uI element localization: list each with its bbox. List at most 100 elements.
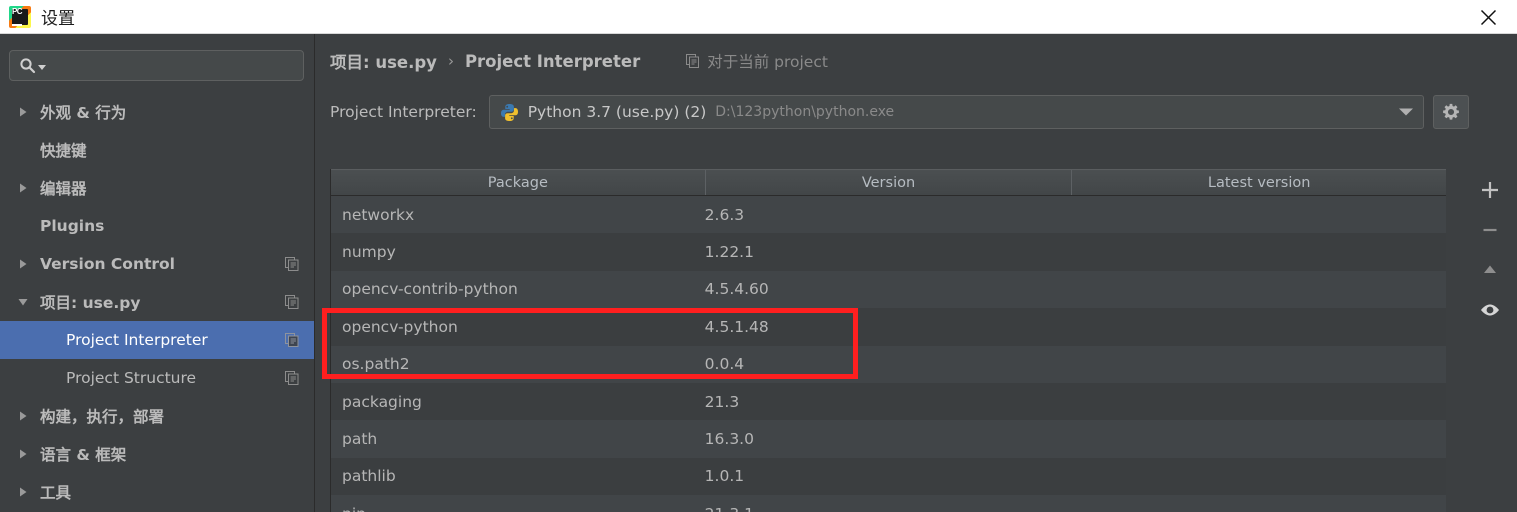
eye-icon <box>1480 304 1499 316</box>
chevron-down-icon[interactable] <box>1398 108 1413 116</box>
sidebar-item-label: 构建，执行，部署 <box>40 408 165 426</box>
interpreter-path: D:\123python\python.exe <box>715 104 895 120</box>
sidebar-item-4[interactable]: Version Control <box>0 245 314 283</box>
table-row[interactable]: pathlib 1.0.1 <box>331 457 1446 496</box>
search-box[interactable] <box>9 50 304 81</box>
breadcrumb: 项目: use.py › Project Interpreter 对于当前 pr… <box>330 48 828 74</box>
search-input[interactable] <box>52 58 292 73</box>
cell-version: 4.5.4.60 <box>704 280 769 299</box>
chevron-right-icon[interactable] <box>16 409 30 423</box>
table-row[interactable]: packaging 21.3 <box>331 382 1446 421</box>
packages-toolbar <box>1462 170 1517 390</box>
table-row[interactable]: pip21.3.1 <box>331 495 1446 512</box>
cell-package: os.path2 <box>342 355 410 374</box>
search-icon <box>19 57 36 74</box>
sidebar-item-label: 工具 <box>40 484 72 502</box>
settings-tree: 外观 & 行为 快捷键编辑器 Plugins Version Control 项目: … <box>0 93 314 511</box>
breadcrumb-parent[interactable]: 项目: use.py <box>330 49 437 73</box>
sidebar-item-label: 语言 & 框架 <box>40 446 127 464</box>
cell-version: 2.6.3 <box>704 205 745 224</box>
cell-package: opencv-contrib-python <box>342 280 518 299</box>
cell-package: networkx <box>342 205 415 224</box>
chevron-right-icon[interactable] <box>16 181 30 195</box>
chevron-right-icon[interactable] <box>16 105 30 119</box>
sidebar-item-label: Version Control <box>40 255 175 273</box>
sidebar-item-5[interactable]: 项目: use.py <box>0 283 314 321</box>
settings-main-panel: 项目: use.py › Project Interpreter 对于当前 pr… <box>316 34 1517 512</box>
window-titlebar: PC 设置 <box>0 0 1517 34</box>
cell-package: path <box>342 430 378 449</box>
table-row[interactable]: networkx 2.6.3 <box>331 196 1446 234</box>
chevron-right-icon[interactable] <box>16 485 30 499</box>
sidebar-item-0[interactable]: 外观 & 行为 <box>0 93 314 131</box>
copy-icon <box>686 54 700 68</box>
interpreter-name: Python 3.7 (use.py) (2) <box>527 103 707 121</box>
column-header-package[interactable]: Package <box>331 170 705 195</box>
table-row[interactable]: numpy 1.22.1 <box>331 233 1446 271</box>
settings-sidebar: 外观 & 行为 快捷键编辑器 Plugins Version Control 项目: … <box>0 34 315 512</box>
sidebar-item-label: Project Interpreter <box>66 331 208 349</box>
arrow-up-icon <box>1483 265 1496 273</box>
show-early-releases-button[interactable] <box>1471 290 1509 330</box>
uninstall-package-button[interactable] <box>1471 210 1509 250</box>
sidebar-item-label: 外观 & 行为 <box>40 104 127 122</box>
interpreter-row: Project Interpreter: Python 3.7 (use.py)… <box>330 94 1510 130</box>
upgrade-package-button[interactable] <box>1471 250 1509 290</box>
packages-table-body: networkx 2.6.3 numpy 1.22.1 opencv-contrib-p… <box>331 196 1446 512</box>
close-icon <box>1480 9 1496 25</box>
breadcrumb-current: Project Interpreter <box>464 51 641 71</box>
column-header-version[interactable]: Version <box>704 170 1072 195</box>
sidebar-item-6[interactable]: Project Interpreter <box>0 321 314 359</box>
sidebar-item-label: Plugins <box>40 217 105 235</box>
chevron-right-icon[interactable] <box>16 447 30 461</box>
copy-icon <box>285 257 299 271</box>
cell-package: numpy <box>342 243 396 262</box>
sidebar-item-8[interactable]: 构建，执行，部署 <box>0 397 314 435</box>
copy-icon <box>285 333 299 347</box>
pycharm-icon: PC <box>9 5 31 28</box>
settings-shell: 外观 & 行为 快捷键编辑器 Plugins Version Control 项目: … <box>0 34 1517 512</box>
sidebar-item-label: 编辑器 <box>40 180 87 198</box>
interpreter-settings-button[interactable] <box>1432 95 1469 129</box>
cell-version: 21.3.1 <box>705 505 1072 512</box>
cell-version: 1.22.1 <box>704 243 754 262</box>
close-button[interactable] <box>1459 0 1517 34</box>
sidebar-item-9[interactable]: 语言 & 框架 <box>0 435 314 473</box>
table-row[interactable]: opencv-contrib-python 4.5.4.60 <box>331 270 1446 309</box>
sidebar-item-7[interactable]: Project Structure <box>0 359 314 397</box>
table-row[interactable]: path 16.3.0 <box>331 420 1446 458</box>
copy-icon <box>285 295 299 309</box>
sidebar-item-10[interactable]: 工具 <box>0 473 314 511</box>
sidebar-item-label: 快捷键 <box>40 142 87 160</box>
install-package-button[interactable] <box>1471 170 1509 210</box>
cell-version: 0.0.4 <box>704 355 745 374</box>
cell-version: 16.3.0 <box>704 430 754 449</box>
cell-package: packaging <box>342 392 422 411</box>
table-row[interactable]: opencv-python 4.5.1.48 <box>331 308 1446 346</box>
cell-version: 21.3 <box>704 392 740 411</box>
sidebar-item-2[interactable]: 编辑器 <box>0 169 314 207</box>
scope-indicator: 对于当前 project <box>686 50 828 72</box>
chevron-right-icon[interactable] <box>16 257 30 271</box>
plus-icon <box>1481 182 1498 198</box>
interpreter-label: Project Interpreter: <box>330 103 477 121</box>
cell-package: opencv-python <box>342 317 458 336</box>
sidebar-item-1[interactable]: 快捷键 <box>0 131 314 169</box>
sidebar-item-3[interactable]: Plugins <box>0 207 314 245</box>
table-row[interactable]: os.path2 0.0.4 <box>331 345 1446 383</box>
column-header-latest-version[interactable]: Latest version <box>1071 170 1446 195</box>
cell-version: 1.0.1 <box>704 467 745 486</box>
cell-version: 4.5.1.48 <box>704 317 769 336</box>
breadcrumb-separator: › <box>447 52 454 70</box>
cell-package: pip <box>331 505 705 512</box>
window-title: 设置 <box>41 9 75 29</box>
interpreter-combobox[interactable]: Python 3.7 (use.py) (2) D:\123python\pyt… <box>488 95 1424 129</box>
cell-package: pathlib <box>342 467 396 486</box>
python-icon <box>500 103 519 122</box>
sidebar-item-label: 项目: use.py <box>40 294 141 312</box>
sidebar-item-label: Project Structure <box>66 369 197 387</box>
pycharm-icon-label: PC <box>11 6 23 16</box>
search-dropdown-icon[interactable] <box>38 65 46 70</box>
chevron-down-icon[interactable] <box>16 295 30 309</box>
minus-icon <box>1483 228 1496 232</box>
